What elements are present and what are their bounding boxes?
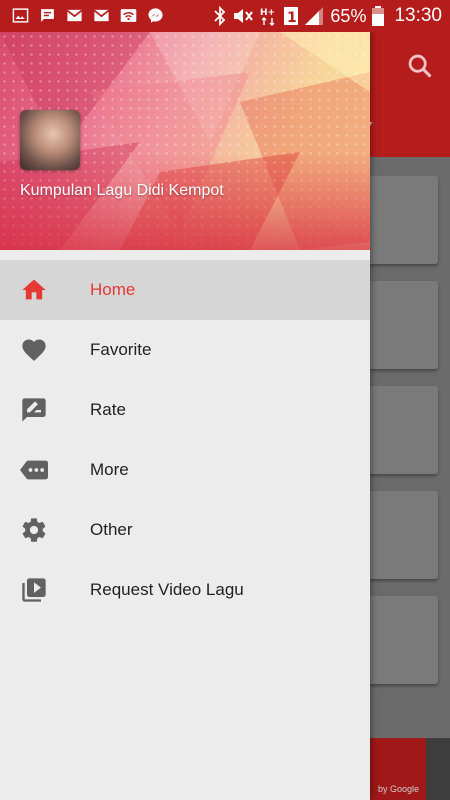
more-tag-icon bbox=[20, 460, 48, 480]
gmail-icon bbox=[93, 9, 110, 22]
gallery-icon bbox=[12, 8, 29, 23]
mute-icon bbox=[234, 9, 254, 23]
menu-item-label: Request Video Lagu bbox=[90, 580, 244, 599]
menu-item-label: Other bbox=[90, 520, 133, 539]
clock: 13:30 bbox=[394, 5, 442, 26]
drawer-menu: Home Favorite Rate More Other Request Vi… bbox=[0, 260, 370, 620]
menu-item-label: More bbox=[90, 460, 129, 479]
menu-item-label: Home bbox=[90, 280, 136, 299]
drawer-app-name: Kumpulan Lagu Didi Kempot bbox=[20, 182, 224, 199]
battery-icon bbox=[372, 6, 385, 26]
menu-item-rate[interactable]: Rate bbox=[0, 380, 370, 440]
navigation-drawer: Kumpulan Lagu Didi Kempot Home Favorite … bbox=[0, 32, 370, 800]
search-icon[interactable] bbox=[406, 52, 434, 80]
menu-item-home[interactable]: Home bbox=[0, 260, 370, 320]
sim1-icon: 1 bbox=[284, 7, 299, 26]
battery-percent: 65% bbox=[330, 5, 367, 26]
bluetooth-icon bbox=[214, 6, 226, 26]
messenger-icon bbox=[148, 8, 163, 23]
gear-icon bbox=[22, 518, 46, 542]
status-bar: H+ 1 65% 13:30 bbox=[0, 0, 450, 32]
signal-icon bbox=[305, 7, 324, 25]
heart-icon bbox=[22, 339, 46, 361]
menu-item-more[interactable]: More bbox=[0, 440, 370, 500]
ad-label: by Google bbox=[378, 784, 420, 794]
menu-item-label: Rate bbox=[90, 400, 126, 419]
svg-text:H+: H+ bbox=[260, 8, 275, 18]
gmail-icon bbox=[66, 9, 83, 22]
rate-review-icon bbox=[22, 398, 46, 422]
drawer-header: Kumpulan Lagu Didi Kempot bbox=[0, 32, 370, 250]
svg-text:1: 1 bbox=[287, 10, 297, 26]
ad-banner[interactable]: by Google bbox=[370, 738, 450, 800]
wifi-icon bbox=[120, 9, 137, 22]
menu-item-label: Favorite bbox=[90, 340, 152, 359]
menu-item-request-video[interactable]: Request Video Lagu bbox=[0, 560, 370, 620]
menu-item-other[interactable]: Other bbox=[0, 500, 370, 560]
avatar bbox=[20, 110, 80, 170]
hplus-icon: H+ bbox=[260, 8, 276, 26]
video-library-icon bbox=[22, 578, 46, 602]
menu-item-favorite[interactable]: Favorite bbox=[0, 320, 370, 380]
home-icon bbox=[22, 279, 46, 300]
message-icon bbox=[41, 9, 54, 22]
